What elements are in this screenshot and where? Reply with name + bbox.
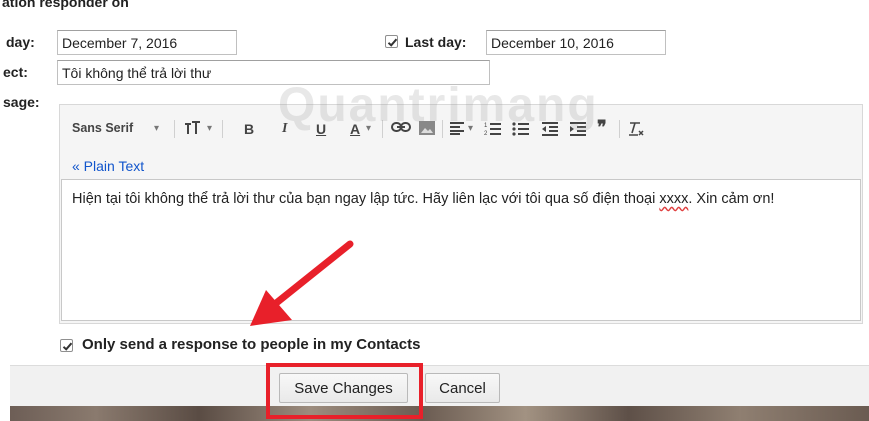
- message-phone-placeholder: xxxx: [659, 191, 689, 207]
- message-text-end: . Xin cảm ơn!: [688, 191, 775, 207]
- cancel-button[interactable]: Cancel: [425, 373, 500, 403]
- font-chevron-down-icon: ▾: [154, 123, 160, 134]
- font-family-dropdown[interactable]: Sans Serif: [72, 121, 133, 135]
- last-day-input[interactable]: December 10, 2016: [486, 30, 666, 55]
- message-editor: Sans Serif ▾ ▾ B I U A ▾ ▾ 1 2 ❞ « Plain…: [59, 104, 863, 324]
- subject-label: ect:: [3, 64, 28, 80]
- checkmark-icon: [62, 342, 73, 351]
- bulleted-list-icon[interactable]: [512, 121, 530, 140]
- message-label: sage:: [3, 94, 40, 110]
- svg-text:2: 2: [484, 131, 488, 137]
- save-button-highlight: [266, 363, 423, 419]
- last-day-checkbox[interactable]: [385, 35, 398, 48]
- color-chevron-down-icon: ▾: [366, 123, 372, 134]
- quote-icon[interactable]: ❞: [597, 117, 607, 138]
- last-day-label: Last day:: [405, 34, 467, 50]
- bold-icon[interactable]: B: [244, 121, 254, 137]
- contacts-only-checkbox[interactable]: [60, 339, 73, 352]
- underline-icon[interactable]: U: [316, 121, 326, 137]
- message-text: Hiện tại tôi không thể trả lời thư của b…: [72, 191, 660, 207]
- indent-more-icon[interactable]: [569, 121, 587, 140]
- vacation-responder-heading: ation responder on: [2, 0, 129, 10]
- formatting-toolbar: Sans Serif ▾ ▾ B I U A ▾ ▾ 1 2 ❞: [60, 105, 862, 153]
- link-icon[interactable]: [391, 121, 411, 136]
- plain-text-link[interactable]: « Plain Text: [72, 158, 144, 174]
- vacation-responder-panel: ation responder on day: December 7, 2016…: [0, 0, 869, 421]
- first-day-label: day:: [6, 34, 35, 50]
- numbered-list-icon[interactable]: 12: [484, 121, 502, 140]
- background-photo-strip: [10, 406, 869, 421]
- text-size-icon[interactable]: [184, 121, 204, 138]
- red-arrow-annotation: [250, 240, 354, 326]
- size-chevron-down-icon: ▾: [207, 123, 213, 134]
- indent-less-icon[interactable]: [541, 121, 559, 140]
- message-body-textarea[interactable]: Hiện tại tôi không thể trả lời thư của b…: [61, 179, 861, 321]
- remove-formatting-icon[interactable]: [627, 121, 645, 140]
- image-icon[interactable]: [419, 121, 435, 138]
- svg-text:1: 1: [484, 123, 488, 129]
- align-icon[interactable]: [449, 121, 465, 138]
- first-day-input[interactable]: December 7, 2016: [57, 30, 237, 55]
- italic-icon[interactable]: I: [282, 121, 287, 137]
- text-color-icon[interactable]: A: [350, 121, 360, 137]
- checkmark-icon: [387, 38, 398, 47]
- align-chevron-down-icon: ▾: [468, 123, 474, 134]
- contacts-only-label: Only send a response to people in my Con…: [82, 336, 421, 353]
- subject-input[interactable]: Tôi không thể trả lời thư: [57, 60, 490, 85]
